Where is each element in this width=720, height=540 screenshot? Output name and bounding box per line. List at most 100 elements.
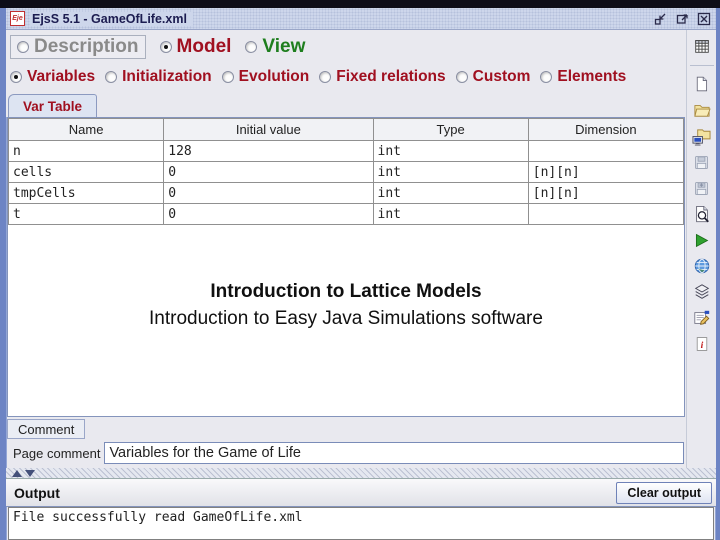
package-globe-icon[interactable] — [691, 256, 713, 276]
radio-model-label: Model — [176, 36, 232, 57]
cell-initial-value[interactable]: 0 — [163, 203, 374, 225]
cell-type[interactable]: int — [372, 203, 529, 225]
table-row: n 128 int — [8, 140, 684, 162]
output-console[interactable]: File successfully read GameOfLife.xml — [8, 507, 714, 540]
divider-collapse-down-icon[interactable] — [25, 469, 35, 477]
radio-circle — [221, 71, 234, 83]
toolbar-separator — [689, 65, 714, 66]
maximize-button[interactable] — [673, 11, 690, 27]
radio-circle — [17, 41, 29, 53]
col-header-type[interactable]: Type — [372, 118, 529, 141]
close-button[interactable] — [695, 11, 712, 27]
radio-elements-label: Elements — [557, 68, 627, 85]
save-as-icon[interactable] — [691, 178, 713, 198]
main-workpanel-row: Description Model View — [6, 30, 686, 64]
radio-initialization[interactable]: Initialization — [105, 68, 212, 86]
cell-name[interactable]: tmpCells — [8, 182, 165, 204]
page-comment-label: Page comment — [13, 445, 101, 461]
svg-text:i: i — [700, 340, 703, 351]
tab-var-table[interactable]: Var Table — [8, 94, 98, 117]
main-area: Description Model View Variables Initial… — [6, 30, 716, 468]
variables-table: Name Initial value Type Dimension n 128 … — [8, 118, 684, 225]
console-line: File successfully read GameOfLife.xml — [13, 510, 303, 525]
table-header-row: Name Initial value Type Dimension — [8, 118, 684, 141]
radio-fixed-relations-label: Fixed relations — [336, 68, 446, 85]
radio-circle — [540, 71, 553, 83]
split-divider[interactable] — [6, 468, 716, 478]
radio-custom-label: Custom — [472, 68, 531, 85]
cell-type[interactable]: int — [372, 161, 529, 183]
title-bar[interactable]: Eje EjsS 5.1 - GameOfLife.xml — [6, 8, 716, 30]
save-icon[interactable] — [691, 152, 713, 172]
table-row: t 0 int — [8, 203, 684, 225]
radio-evolution[interactable]: Evolution — [221, 68, 310, 86]
radio-evolution-label: Evolution — [238, 68, 310, 85]
radio-circle — [245, 41, 258, 53]
workpanel-tab-row: Var Table — [6, 90, 686, 117]
slide-text-block: Introduction to Lattice Models Introduct… — [8, 281, 684, 330]
window-title: EjsS 5.1 - GameOfLife.xml — [30, 11, 193, 26]
right-toolbar: i — [686, 30, 716, 468]
table-row: cells 0 int [n][n] — [8, 161, 684, 183]
open-file-icon[interactable] — [691, 100, 713, 120]
model-subpanel-row: Variables Initialization Evolution Fixed… — [6, 64, 686, 90]
cell-initial-value[interactable]: 128 — [163, 140, 374, 162]
table-row: tmpCells 0 int [n][n] — [8, 182, 684, 204]
table-grid-icon[interactable] — [691, 36, 713, 56]
page-comment-row: Page comment — [6, 439, 686, 467]
options-icon[interactable] — [691, 308, 713, 328]
comment-label-row: Comment — [6, 417, 686, 439]
page-comment-field[interactable] — [104, 442, 684, 464]
radio-circle — [455, 71, 468, 83]
radio-view-label: View — [262, 36, 306, 57]
radio-model[interactable]: Model — [159, 36, 232, 58]
cell-name[interactable]: cells — [8, 161, 165, 183]
col-header-name[interactable]: Name — [8, 118, 165, 141]
radio-variables[interactable]: Variables — [10, 68, 95, 86]
radio-initialization-label: Initialization — [122, 68, 212, 85]
radio-description[interactable]: Description — [10, 35, 146, 59]
output-title: Output — [14, 484, 60, 501]
cell-type[interactable]: int — [372, 140, 529, 162]
cell-type[interactable]: int — [372, 182, 529, 204]
cell-dimension[interactable]: [n][n] — [527, 161, 684, 183]
col-header-dimension[interactable]: Dimension — [527, 118, 684, 141]
info-help-icon[interactable]: i — [691, 334, 713, 354]
radio-circle — [159, 41, 172, 53]
cell-dimension[interactable] — [527, 140, 684, 162]
slide-subtitle: Introduction to Easy Java Simulations so… — [149, 308, 543, 329]
new-file-icon[interactable] — [691, 74, 713, 94]
cell-dimension[interactable]: [n][n] — [527, 182, 684, 204]
digital-library-icon[interactable] — [691, 282, 713, 302]
radio-elements[interactable]: Elements — [540, 68, 626, 86]
col-header-initial-value[interactable]: Initial value — [163, 118, 374, 141]
desktop-background: Eje EjsS 5.1 - GameOfLife.xml Descriptio — [0, 0, 720, 540]
radio-description-label: Description — [34, 36, 139, 57]
variables-panel: Name Initial value Type Dimension n 128 … — [7, 117, 685, 417]
app-icon: Eje — [10, 11, 25, 26]
radio-circle — [10, 71, 22, 83]
radio-custom[interactable]: Custom — [455, 68, 531, 86]
cell-name[interactable]: n — [8, 140, 165, 162]
cell-dimension[interactable] — [527, 203, 684, 225]
clear-output-button[interactable]: Clear output — [616, 481, 712, 504]
import-library-icon[interactable] — [691, 126, 713, 146]
slide-title: Introduction to Lattice Models — [210, 281, 482, 302]
ejs-window: Eje EjsS 5.1 - GameOfLife.xml Descriptio — [0, 8, 720, 540]
iconify-button[interactable] — [651, 11, 668, 27]
content-column: Description Model View Variables Initial… — [6, 30, 686, 468]
cell-name[interactable]: t — [8, 203, 165, 225]
comment-tab[interactable]: Comment — [7, 419, 86, 439]
close-icon — [697, 12, 711, 26]
maximize-icon — [675, 12, 689, 26]
divider-collapse-up-icon[interactable] — [12, 469, 22, 477]
run-icon[interactable] — [691, 230, 713, 250]
radio-circle — [105, 71, 118, 83]
radio-view[interactable]: View — [245, 36, 305, 58]
cell-initial-value[interactable]: 0 — [163, 161, 374, 183]
iconify-icon — [653, 12, 667, 26]
radio-fixed-relations[interactable]: Fixed relations — [319, 68, 446, 86]
output-header: Output Clear output — [6, 478, 716, 507]
cell-initial-value[interactable]: 0 — [163, 182, 374, 204]
search-preview-icon[interactable] — [691, 204, 713, 224]
